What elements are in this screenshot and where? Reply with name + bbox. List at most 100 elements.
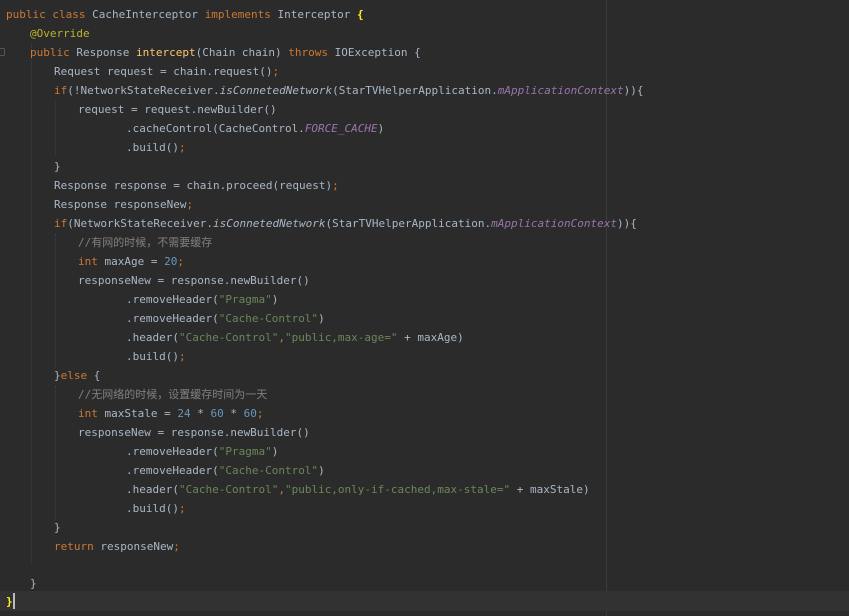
token: implements: [204, 8, 278, 21]
code-line-8: .build();: [126, 138, 186, 157]
token: ): [318, 464, 325, 477]
code-line-9: }: [54, 157, 61, 176]
token: }: [30, 577, 37, 590]
token: int: [78, 407, 105, 420]
number: 20: [164, 255, 178, 268]
token: int: [78, 255, 105, 268]
token: .removeHeader(: [126, 312, 219, 325]
code-line-17: .removeHeader("Cache-Control"): [126, 309, 325, 328]
token: ;: [178, 502, 186, 515]
token: }: [54, 369, 61, 382]
token: ;: [178, 350, 186, 363]
code-line-28: }: [54, 518, 61, 537]
code-line-3: public Response intercept(Chain chain) t…: [30, 43, 421, 62]
token: }: [54, 160, 61, 173]
token: Interceptor: [277, 8, 358, 21]
annotation: @Override: [30, 27, 90, 40]
number: 60: [243, 407, 257, 420]
token: maxAge =: [104, 255, 165, 268]
string: "Cache-Control": [218, 464, 319, 477]
token: Response responseNew: [54, 198, 187, 211]
token: isConnetedNetwork: [219, 84, 333, 97]
method-name: intercept: [135, 46, 196, 59]
token: responseNew = response.newBuilder(): [78, 426, 310, 439]
token: *: [223, 407, 244, 420]
token: *: [190, 407, 211, 420]
indent-guide: [55, 386, 56, 520]
code-line-6: request = request.newBuilder(): [78, 100, 277, 119]
code-line-4: Request request = chain.request();: [54, 62, 279, 81]
token: ;: [256, 407, 264, 420]
string: "Cache-Control": [218, 312, 319, 325]
string: "Pragma": [218, 445, 272, 458]
number: 60: [210, 407, 224, 420]
token: )){: [623, 84, 644, 97]
token: }: [54, 521, 61, 534]
code-editor[interactable]: public class CacheInterceptor implements…: [0, 0, 849, 616]
token: {: [93, 369, 101, 382]
code-line-12: if(NetworkStateReceiver.isConnetedNetwor…: [54, 214, 637, 233]
token: if: [54, 84, 68, 97]
comment: //无网络的时候，设置缓存时间为一天: [78, 388, 268, 401]
token: .build(): [126, 502, 179, 515]
token: Response response = chain.proceed(reques…: [54, 179, 333, 192]
token: (!NetworkStateReceiver.: [67, 84, 220, 97]
string: "public,max-age=": [284, 331, 398, 344]
code-line-18: .header("Cache-Control","public,max-age=…: [126, 328, 464, 347]
string: "Cache-Control": [178, 483, 279, 496]
token: .header(: [126, 483, 179, 496]
token: FORCE_CACHE: [304, 122, 378, 135]
code-line-7: .cacheControl(CacheControl.FORCE_CACHE): [126, 119, 384, 138]
string: "public,only-if-cached,max-stale=": [284, 483, 511, 496]
fold-marker-icon[interactable]: [0, 48, 5, 56]
text-caret: [13, 593, 15, 609]
token: (Chain chain): [195, 46, 289, 59]
token: (NetworkStateReceiver.: [67, 217, 213, 230]
token: Response: [76, 46, 136, 59]
token: ;: [186, 198, 194, 211]
indent-guide: [55, 100, 56, 155]
token: ): [318, 312, 325, 325]
code-line-26: .header("Cache-Control","public,only-if-…: [126, 480, 590, 499]
token: (StarTVHelperApplication.: [332, 84, 498, 97]
code-line-1: public class CacheInterceptor implements…: [6, 5, 364, 24]
token: ,: [278, 331, 285, 344]
indent-guide: [55, 234, 56, 368]
token: mApplicationContext: [491, 217, 617, 230]
code-line-25: .removeHeader("Cache-Control"): [126, 461, 325, 480]
token: public: [30, 46, 77, 59]
token: ;: [272, 65, 280, 78]
code-line-16: .removeHeader("Pragma"): [126, 290, 278, 309]
token: .cacheControl(CacheControl.: [126, 122, 305, 135]
current-line-highlight: [0, 591, 849, 611]
code-line-21: //无网络的时候，设置缓存时间为一天: [78, 385, 267, 404]
token: ;: [332, 179, 339, 192]
token: (StarTVHelperApplication.: [325, 217, 492, 230]
code-line-19: .build();: [126, 347, 186, 366]
token: if: [54, 217, 68, 230]
code-line-22: int maxStale = 24 * 60 * 60;: [78, 404, 263, 423]
token: .header(: [126, 331, 179, 344]
code-line-2: @Override: [30, 24, 90, 43]
token: {: [357, 8, 364, 21]
token: }: [6, 595, 13, 608]
token: )){: [616, 217, 637, 230]
code-line-32: }: [6, 592, 13, 611]
number: 24: [177, 407, 191, 420]
indent-guide: [31, 44, 32, 564]
code-line-24: .removeHeader("Pragma"): [126, 442, 278, 461]
token: responseNew: [100, 540, 174, 553]
code-line-27: .build();: [126, 499, 186, 518]
token: ): [377, 122, 385, 135]
token: .removeHeader(: [126, 464, 219, 477]
comment: //有网的时候，不需要缓存: [78, 236, 213, 249]
code-line-20: }else {: [54, 366, 100, 385]
token: CacheInterceptor: [92, 8, 205, 21]
code-line-5: if(!NetworkStateReceiver.isConnetedNetwo…: [54, 81, 643, 100]
code-line-23: responseNew = response.newBuilder(): [78, 423, 310, 442]
code-line-13: //有网的时候，不需要缓存: [78, 233, 212, 252]
token: else: [60, 369, 94, 382]
token: .build(): [126, 350, 179, 363]
token: ): [271, 293, 279, 306]
token: request = request.newBuilder(): [78, 103, 277, 116]
